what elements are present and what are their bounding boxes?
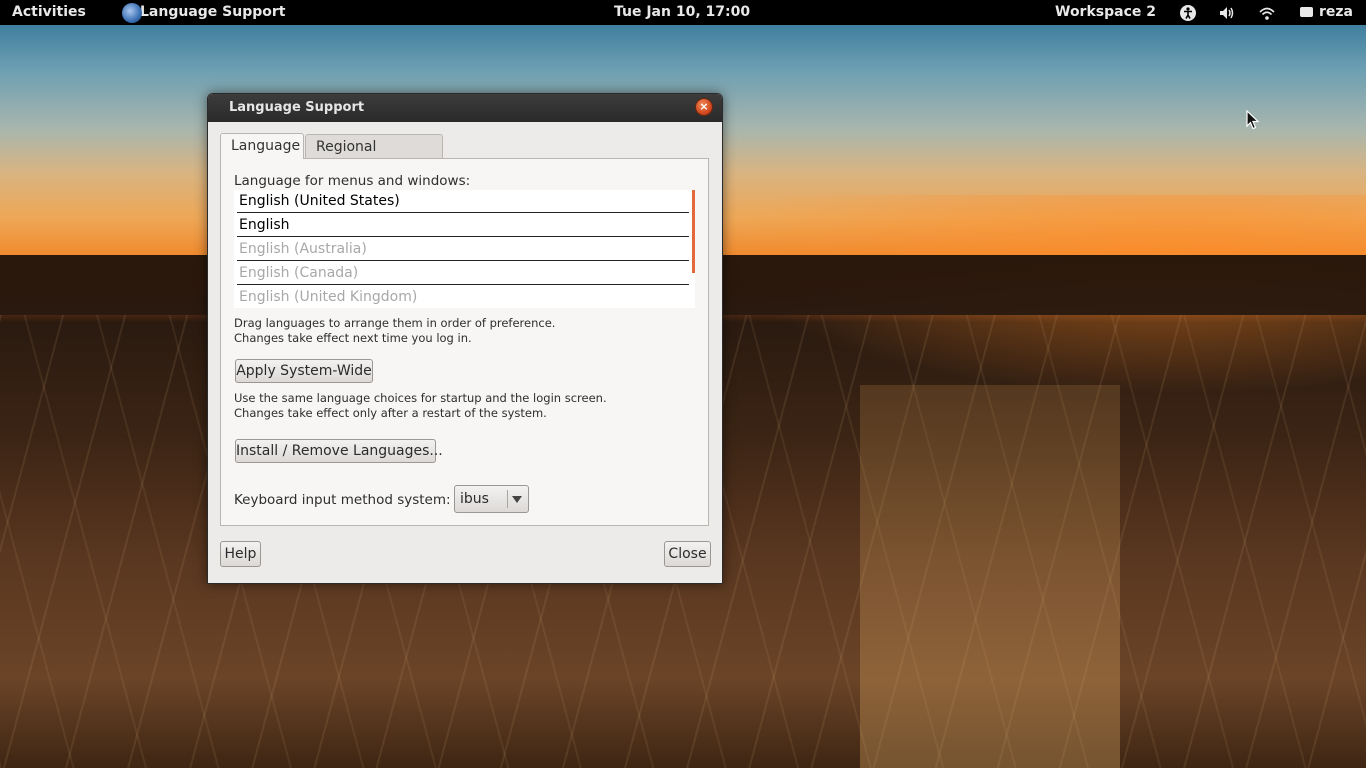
apply-hint-line1: Use the same language choices for startu… <box>234 391 607 405</box>
activities-button[interactable]: Activities <box>12 0 86 25</box>
list-item[interactable]: English (Australia) <box>237 238 689 261</box>
tab-language[interactable]: Language <box>220 133 304 159</box>
language-tab-panel: Language for menus and windows: English … <box>220 158 709 526</box>
language-support-dialog: Language Support × Language Regional For… <box>207 93 723 584</box>
language-list-heading: Language for menus and windows: <box>234 173 471 189</box>
close-window-icon[interactable]: × <box>696 99 712 115</box>
install-remove-languages-button[interactable]: Install / Remove Languages... <box>235 439 443 463</box>
chat-icon <box>1300 7 1313 17</box>
list-item[interactable]: English <box>237 214 689 237</box>
drag-hint-line1: Drag languages to arrange them in order … <box>234 316 556 330</box>
apply-hint-line2: Changes take effect only after a restart… <box>234 406 547 420</box>
track-ballast <box>860 385 1120 768</box>
accessibility-icon[interactable] <box>1179 4 1197 22</box>
combo-separator <box>507 490 508 508</box>
list-item[interactable]: English (Canada) <box>237 262 689 285</box>
language-list-scrollbar[interactable] <box>692 190 695 273</box>
tab-regional-formats[interactable]: Regional Formats <box>305 134 443 179</box>
dialog-title: Language Support <box>229 100 365 115</box>
help-button[interactable]: Help <box>220 541 261 567</box>
language-list[interactable]: English (United States) English English … <box>234 190 695 308</box>
drag-hint-line2: Changes take effect next time you log in… <box>234 331 472 345</box>
volume-icon[interactable] <box>1218 4 1236 22</box>
keyboard-input-method-select[interactable]: ibus <box>454 485 529 513</box>
user-menu[interactable]: reza <box>1300 0 1353 25</box>
top-bar: Activities Language Support Tue Jan 10, … <box>0 0 1366 25</box>
app-menu-label: Language Support <box>140 4 286 20</box>
workspace-indicator[interactable]: Workspace 2 <box>1055 0 1156 25</box>
list-item[interactable]: English (United Kingdom) <box>237 286 689 308</box>
close-button[interactable]: Close <box>664 541 711 567</box>
user-name: reza <box>1319 4 1353 20</box>
mouse-pointer-icon <box>1246 110 1260 130</box>
keyboard-input-method-value: ibus <box>460 491 489 507</box>
apply-system-wide-button[interactable]: Apply System-Wide <box>235 359 373 383</box>
list-item[interactable]: English (United States) <box>237 190 689 213</box>
dialog-titlebar[interactable]: Language Support × <box>208 94 722 122</box>
language-support-app-icon <box>122 3 142 23</box>
chevron-down-icon <box>512 496 522 503</box>
clock[interactable]: Tue Jan 10, 17:00 <box>614 0 750 25</box>
wifi-icon[interactable] <box>1258 4 1276 22</box>
app-menu[interactable]: Language Support <box>116 0 285 25</box>
keyboard-input-label: Keyboard input method system: <box>234 492 451 508</box>
